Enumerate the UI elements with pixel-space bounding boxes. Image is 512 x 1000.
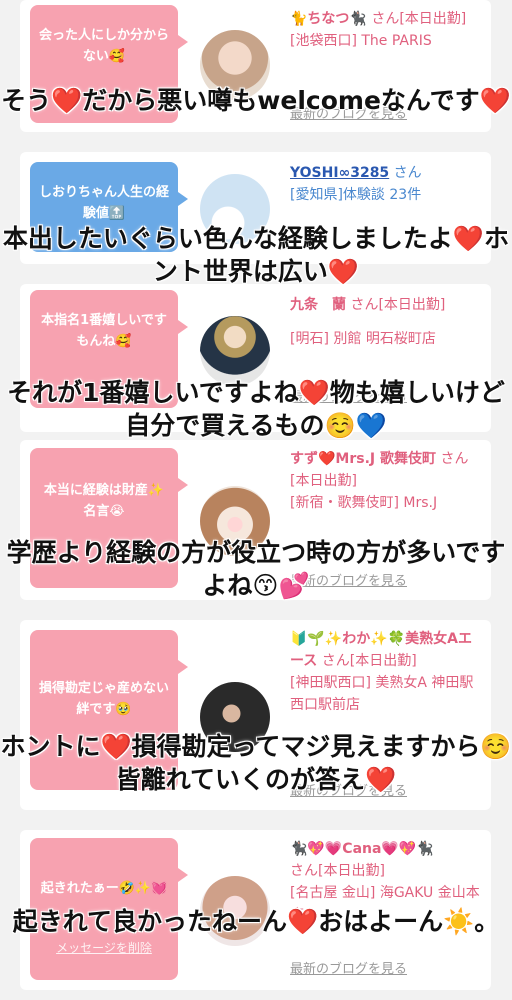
message-text: 損得勘定じゃ産めない絆です🥹: [38, 681, 169, 717]
cast-name[interactable]: YOSHI∞3285: [290, 165, 389, 181]
cast-info: YOSHI∞3285 さん [愛知県]体験談 23件: [290, 162, 482, 206]
reply-caption: それが1番嬉しいですよね❤️物も嬉しいけど自分で買えるもの☺️💙: [7, 378, 505, 440]
cast-shop[interactable]: [新宿・歌舞伎町] Mrs.J: [290, 495, 437, 511]
reply-caption: 起きれて良かったねーん❤️おはよーん☀️。: [12, 907, 500, 936]
cast-name[interactable]: 九条 蘭: [290, 297, 346, 313]
message-text: 本指名1番嬉しいですもんね🥰: [41, 313, 167, 349]
cast-info: 九条 蘭 さん[本日出勤] [明石] 別館 明石桜町店: [290, 294, 482, 350]
reply-caption: 本出したいぐらい色んな経験しましたよ❤️ホント世界は広い❤️: [2, 224, 510, 286]
message-text: 会った人にしか分からない🥰: [38, 28, 169, 64]
cast-shop[interactable]: [明石] 別館 明石桜町店: [290, 328, 436, 350]
cast-shop[interactable]: [池袋西口] The PARIS: [290, 33, 432, 49]
reviewer-location: [愛知県]体験談 23件: [290, 187, 422, 203]
reply-caption: ホントに❤️損得勘定ってマジ見えますから☺️皆離れていくのが答え❤️: [0, 732, 512, 794]
reply-caption: そう❤️だから悪い噂もwelcomeなんです❤️: [1, 86, 511, 115]
cast-name[interactable]: 🐈‍⬛💖💗Cana💗💖🐈‍⬛: [290, 841, 434, 857]
cast-status: さん[本日出勤]: [321, 653, 417, 669]
cast-status: さん[本日出勤]: [350, 297, 446, 313]
message-text: しおりちゃん人生の経験値🔝: [38, 185, 169, 221]
cast-status: さん: [393, 165, 422, 181]
cast-info: 🐈ちなつ🐈‍⬛ さん[本日出勤] [池袋西口] The PARIS: [290, 8, 482, 52]
delete-message-link[interactable]: メッセージを削除: [30, 938, 178, 959]
message-text: 本当に経験は財産✨名言😭: [43, 483, 165, 519]
latest-blog-link[interactable]: 最新のブログを見る: [290, 958, 407, 977]
cast-info: 🔰🌱✨わか✨🍀美熟女Aエース さん[本日出勤] [神田駅西口] 美熟女A 神田駅…: [290, 628, 482, 716]
cast-shop[interactable]: [神田駅西口] 美熟女A 神田駅西口駅前店: [290, 675, 473, 713]
cast-info: すず❤️Mrs.J 歌舞伎町 さん[本日出勤] [新宿・歌舞伎町] Mrs.J: [290, 448, 482, 514]
cast-name[interactable]: すず❤️Mrs.J 歌舞伎町: [290, 451, 436, 467]
reply-caption: 学歴より経験の方が役立つ時の方が多いですよね😙💕: [6, 538, 506, 600]
message-text: 起きれたぁー🤣✨💓: [40, 881, 168, 896]
cast-status: さん[本日出勤]: [371, 11, 467, 27]
cast-status: さん[本日出勤]: [290, 863, 385, 879]
cast-name[interactable]: 🐈ちなつ🐈‍⬛: [290, 11, 367, 27]
